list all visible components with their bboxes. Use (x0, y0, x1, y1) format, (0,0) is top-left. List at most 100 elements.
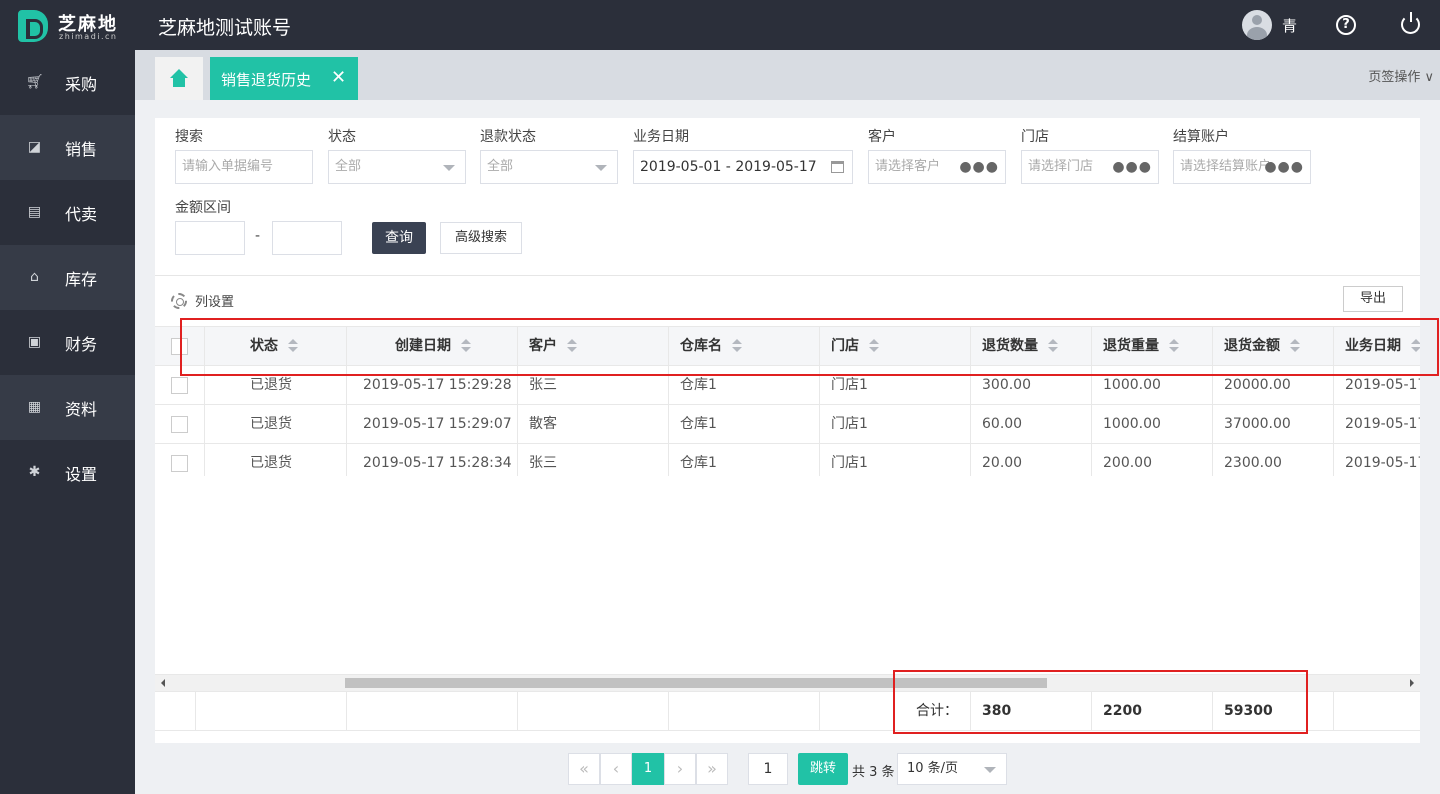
cell-return-weight: 1000.00 (1092, 405, 1213, 443)
pagination: « ‹ 1 › » 1 跳转 共 3 条 10 条/页 (0, 746, 1440, 794)
data-icon: ▦ (27, 399, 42, 415)
cell-store: 门店1 (820, 444, 971, 476)
sidebar-item-data[interactable]: ▦ 资料 (0, 375, 135, 440)
tab-bar: 销售退货历史 ✕ 页签操作 ∨ (135, 50, 1440, 100)
cell-return-qty: 20.00 (971, 444, 1092, 476)
first-page-button[interactable]: « (568, 753, 600, 785)
cell-status: 已退货 (205, 405, 347, 443)
close-icon[interactable]: ✕ (331, 68, 346, 88)
business-date-input[interactable]: 2019-05-01 - 2019-05-17 (633, 150, 853, 184)
jump-button[interactable]: 跳转 (798, 753, 848, 785)
page-size-select[interactable]: 10 条/页 (897, 753, 1007, 785)
query-button[interactable]: 查询 (372, 222, 426, 254)
tab-sales-return-history[interactable]: 销售退货历史 ✕ (210, 57, 358, 100)
chevron-down-icon (443, 165, 455, 171)
amount-max-input[interactable] (272, 221, 342, 255)
cell-store: 门店1 (820, 405, 971, 443)
chevron-down-icon (595, 165, 607, 171)
cell-customer: 散客 (518, 405, 669, 443)
tab-home[interactable] (155, 57, 203, 100)
summary-cell (196, 692, 347, 731)
home-icon (169, 69, 189, 89)
tab-operations-dropdown[interactable]: 页签操作 ∨ (1368, 66, 1434, 85)
row-select-cell (155, 444, 205, 476)
summary-cell (518, 692, 669, 731)
refund-status-select[interactable]: 全部 (480, 150, 618, 184)
settlement-account-label: 结算账户 (1173, 129, 1229, 145)
summary-cell (347, 692, 518, 731)
page-jump-input[interactable]: 1 (748, 753, 788, 785)
power-icon[interactable] (1401, 12, 1420, 34)
sidebar-item-purchase[interactable]: 🛒︎ 采购 (0, 50, 135, 115)
highlight-box-summary (893, 670, 1308, 734)
store-label: 门店 (1021, 129, 1049, 145)
user-name[interactable]: 青 (1282, 15, 1297, 36)
table-row[interactable]: 已退货 2019-05-17 15:28:34 张三 仓库1 门店1 20.00… (155, 444, 1420, 476)
cell-business-date: 2019-05-17 (1334, 444, 1420, 476)
search-label: 搜索 (175, 129, 203, 145)
cell-warehouse: 仓库1 (669, 444, 820, 476)
highlight-box-header (180, 318, 1439, 376)
row-checkbox[interactable] (171, 455, 188, 472)
scroll-right-icon[interactable] (1410, 679, 1414, 687)
table-row[interactable]: 已退货 2019-05-17 15:29:07 散客 仓库1 门店1 60.00… (155, 405, 1420, 444)
sidebar-item-label: 销售 (65, 140, 98, 159)
more-dots-icon[interactable]: ●●● (959, 151, 999, 183)
tab-label: 销售退货历史 (221, 71, 312, 89)
sales-icon: ◪ (27, 139, 42, 155)
column-settings-link[interactable]: 列设置 (195, 291, 234, 310)
cell-return-qty: 60.00 (971, 405, 1092, 443)
consign-icon: ▤ (27, 204, 42, 220)
sidebar-item-sales[interactable]: ◪ 销售 (0, 115, 135, 180)
sidebar-item-label: 财务 (65, 335, 98, 354)
sidebar-item-inventory[interactable]: ⌂ 库存 (0, 245, 135, 310)
customer-placeholder: 请选择客户 (875, 159, 941, 174)
chevron-down-icon (984, 767, 996, 773)
sidebar-item-label: 资料 (65, 400, 98, 419)
settlement-account-placeholder: 请选择结算账户 (1180, 159, 1272, 174)
help-icon[interactable]: ? (1336, 15, 1356, 35)
summary-cell (669, 692, 820, 731)
store-picker[interactable]: 请选择门店 ●●● (1021, 150, 1159, 184)
row-checkbox[interactable] (171, 377, 188, 394)
search-input[interactable]: 请输入单据编号 (175, 150, 313, 184)
cell-return-weight: 200.00 (1092, 444, 1213, 476)
sidebar-item-label: 库存 (65, 270, 98, 289)
status-select[interactable]: 全部 (328, 150, 466, 184)
cell-return-amount: 2300.00 (1213, 444, 1334, 476)
avatar[interactable] (1242, 10, 1272, 40)
account-title: 芝麻地测试账号 (158, 17, 292, 39)
sidebar-item-label: 采购 (65, 75, 98, 94)
export-button[interactable]: 导出 (1343, 286, 1403, 312)
amount-range-label: 金额区间 (175, 200, 231, 216)
sidebar-item-consign[interactable]: ▤ 代卖 (0, 180, 135, 245)
refund-status-label: 退款状态 (480, 129, 536, 145)
page-1-button[interactable]: 1 (632, 753, 664, 785)
logo[interactable]: 芝麻地 zhimadi.cn (18, 10, 128, 42)
cell-customer: 张三 (518, 444, 669, 476)
column-settings-icon[interactable] (171, 293, 187, 309)
advanced-search-button[interactable]: 高级搜索 (440, 222, 522, 254)
sidebar-item-settings[interactable]: ✱ 设置 (0, 440, 135, 505)
amount-min-input[interactable] (175, 221, 245, 255)
logo-mark-icon (18, 10, 48, 42)
next-page-button[interactable]: › (664, 753, 696, 785)
calendar-icon (831, 161, 844, 173)
sidebar-item-label: 代卖 (65, 205, 98, 224)
row-checkbox[interactable] (171, 416, 188, 433)
scroll-left-icon[interactable] (161, 679, 165, 687)
logo-subtext: zhimadi.cn (59, 32, 118, 41)
cell-created-date: 2019-05-17 15:28:34 (347, 444, 518, 476)
page-size-value: 10 条/页 (907, 761, 959, 776)
more-dots-icon[interactable]: ●●● (1264, 151, 1304, 183)
customer-picker[interactable]: 请选择客户 ●●● (868, 150, 1006, 184)
more-dots-icon[interactable]: ●●● (1112, 151, 1152, 183)
total-count: 共 3 条 (852, 765, 895, 780)
settlement-account-picker[interactable]: 请选择结算账户 ●●● (1173, 150, 1311, 184)
last-page-button[interactable]: » (696, 753, 728, 785)
sidebar-item-finance[interactable]: ▣ 财务 (0, 310, 135, 375)
sidebar: 🛒︎ 采购 ◪ 销售 ▤ 代卖 ⌂ 库存 ▣ 财务 ▦ 资料 ✱ 设置 (0, 50, 135, 794)
prev-page-button[interactable]: ‹ (600, 753, 632, 785)
business-date-label: 业务日期 (633, 129, 689, 145)
warehouse-icon: ⌂ (30, 269, 39, 285)
